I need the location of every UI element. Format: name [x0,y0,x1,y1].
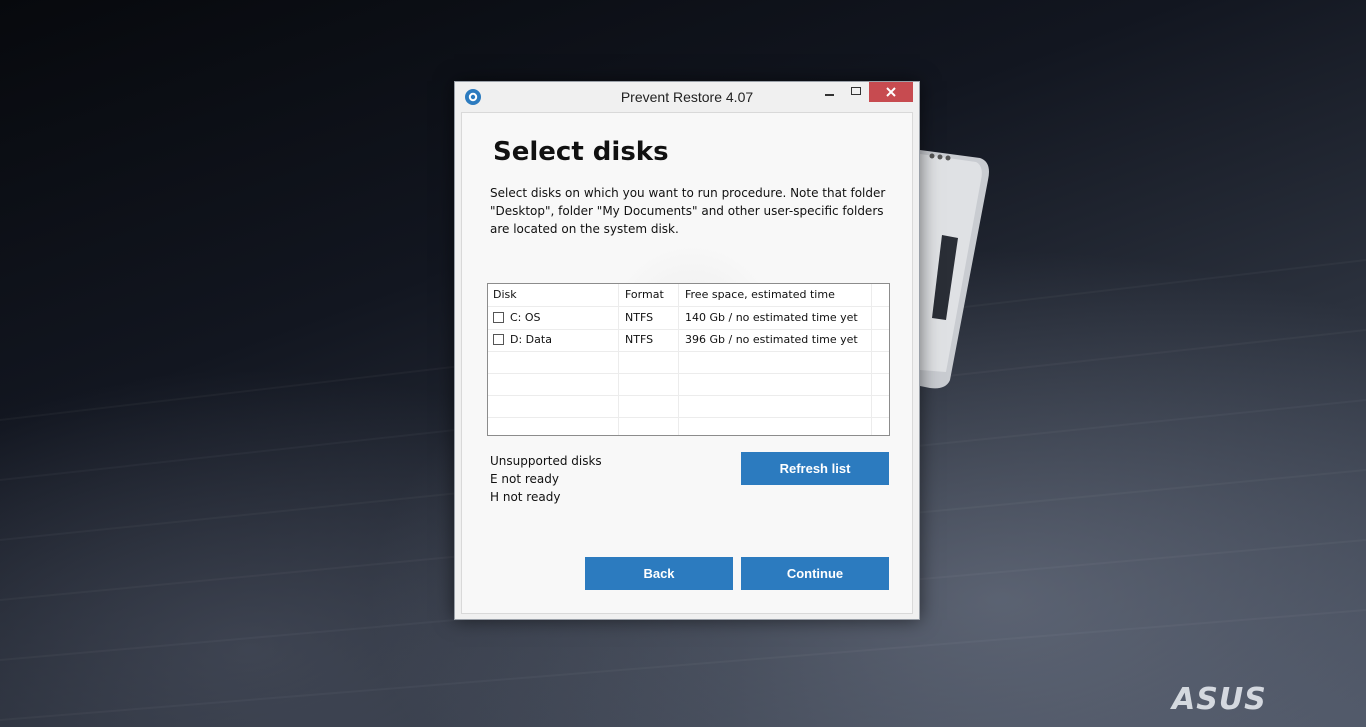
empty-cell [872,351,889,373]
continue-button[interactable]: Continue [741,557,889,590]
empty-row [488,351,889,374]
column-header-free-space[interactable]: Free space, estimated time [679,284,872,306]
format-cell: NTFS [619,329,679,351]
empty-cell [619,351,679,373]
empty-cell [679,351,872,373]
asus-logo: ASUS [1172,682,1267,717]
free-space-cell: 140 Gb / no estimated time yet [679,307,872,329]
empty-cell [488,395,619,417]
unsupported-disks-title: Unsupported disks [490,454,602,468]
unsupported-disk-item: E not ready [490,472,559,486]
empty-cell [679,395,872,417]
empty-cell [488,417,619,435]
empty-cell [679,417,872,435]
format-cell: NTFS [619,307,679,329]
filler-cell [872,307,889,329]
filler-cell [872,329,889,351]
page-title: Select disks [493,137,669,167]
disk-checkbox[interactable] [493,334,504,345]
disk-name: D: Data [510,333,552,346]
close-button[interactable] [869,82,913,102]
empty-cell [872,373,889,395]
empty-cell [488,373,619,395]
maximize-icon [851,87,861,95]
empty-cell [619,395,679,417]
disk-cell: C: OS [488,307,619,329]
unsupported-disks-list: Unsupported disks E not ready H not read… [490,452,602,506]
disk-cell: D: Data [488,329,619,351]
empty-cell [872,395,889,417]
empty-row [488,395,889,418]
disk-table: Disk Format Free space, estimated time C… [487,283,890,436]
empty-cell [872,417,889,435]
column-header-format[interactable]: Format [619,284,679,306]
close-icon [886,87,896,97]
free-space-cell: 396 Gb / no estimated time yet [679,329,872,351]
refresh-list-button[interactable]: Refresh list [741,452,889,485]
app-window: Prevent Restore 4.07 Select disks Select… [454,81,920,620]
empty-cell [488,351,619,373]
empty-cell [679,373,872,395]
title-bar[interactable]: Prevent Restore 4.07 [455,82,919,112]
maximize-button[interactable] [843,82,869,102]
column-header-disk[interactable]: Disk [488,284,619,306]
unsupported-disk-item: H not ready [490,490,561,504]
table-header: Disk Format Free space, estimated time [488,284,889,307]
disk-name: C: OS [510,311,541,324]
disk-checkbox[interactable] [493,312,504,323]
empty-cell [619,373,679,395]
back-button[interactable]: Back [585,557,733,590]
empty-row [488,373,889,396]
column-header-filler [872,284,889,306]
content-panel: Select disks Select disks on which you w… [461,112,913,614]
empty-row [488,417,889,435]
table-row[interactable]: D: Data NTFS 396 Gb / no estimated time … [488,329,889,352]
table-row[interactable]: C: OS NTFS 140 Gb / no estimated time ye… [488,307,889,330]
empty-cell [619,417,679,435]
page-description: Select disks on which you want to run pr… [490,186,886,236]
minimize-button[interactable] [815,82,843,102]
minimize-icon [825,94,834,96]
